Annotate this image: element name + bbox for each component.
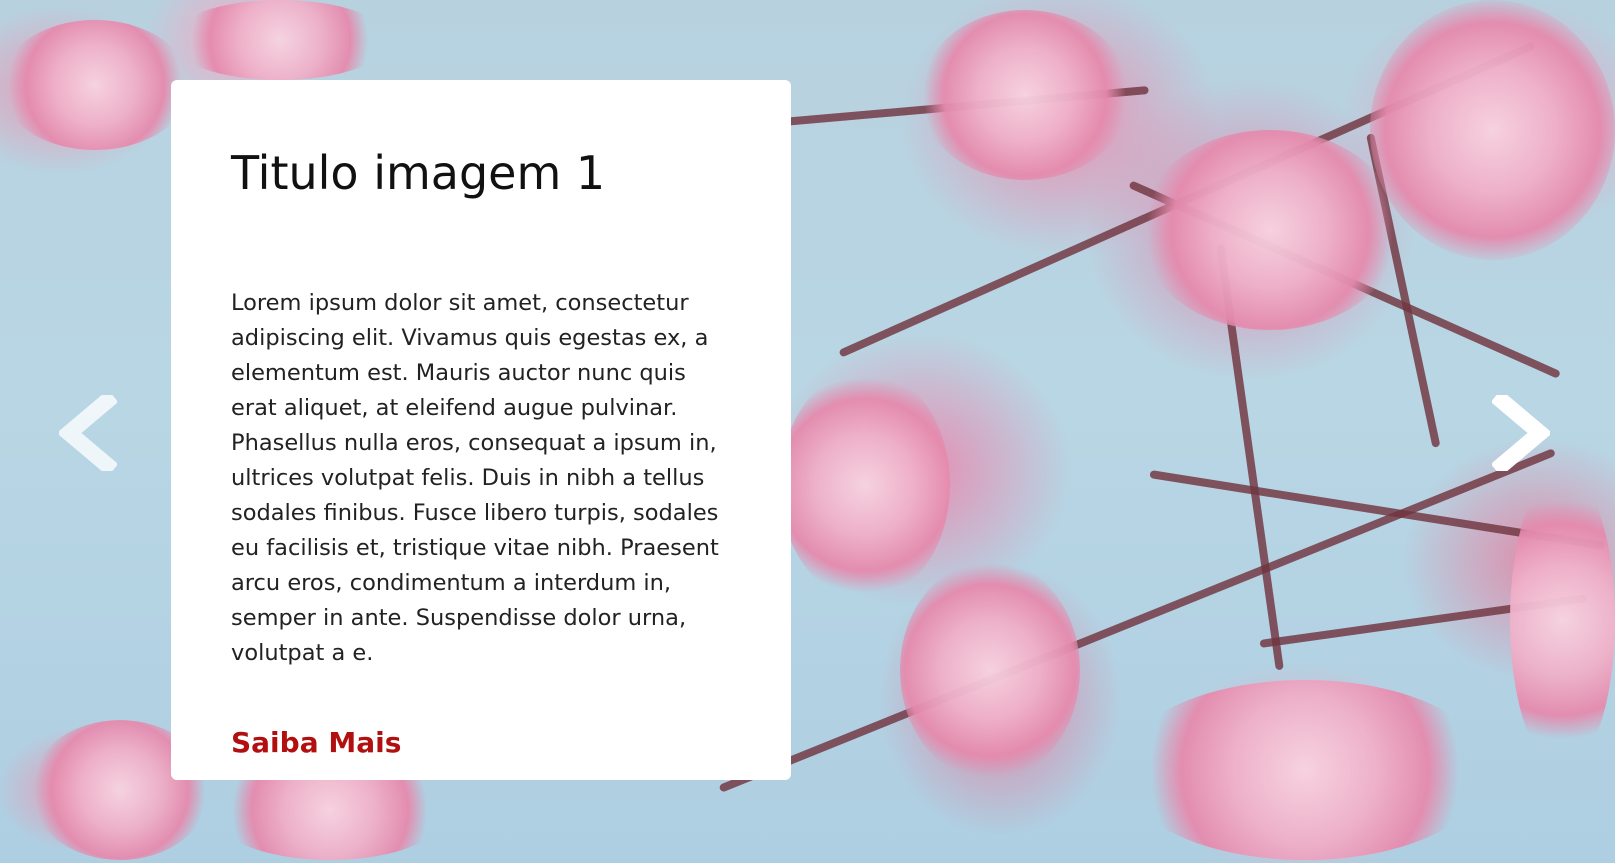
blossom-cluster xyxy=(0,20,190,150)
chevron-left-icon xyxy=(59,395,117,471)
blossom-cluster xyxy=(1120,680,1490,860)
slide-title: Titulo imagem 1 xyxy=(231,146,606,200)
hero-carousel: Titulo imagem 1 Lorem ipsum dolor sit am… xyxy=(0,0,1615,863)
learn-more-link[interactable]: Saiba Mais xyxy=(231,725,401,761)
blossom-cluster xyxy=(1140,130,1400,330)
blossom-cluster xyxy=(780,370,950,600)
chevron-right-icon xyxy=(1492,395,1550,471)
slide-content-card: Titulo imagem 1 Lorem ipsum dolor sit am… xyxy=(171,80,791,780)
blossom-cluster xyxy=(920,10,1130,180)
blossom-cluster xyxy=(170,0,390,80)
blossom-cluster xyxy=(900,560,1080,780)
slide-description: Lorem ipsum dolor sit amet, consectetur … xyxy=(231,290,719,666)
blossom-cluster xyxy=(1510,470,1615,770)
previous-slide-button[interactable] xyxy=(53,388,123,478)
next-slide-button[interactable] xyxy=(1486,388,1556,478)
blossom-cluster xyxy=(1370,0,1615,260)
